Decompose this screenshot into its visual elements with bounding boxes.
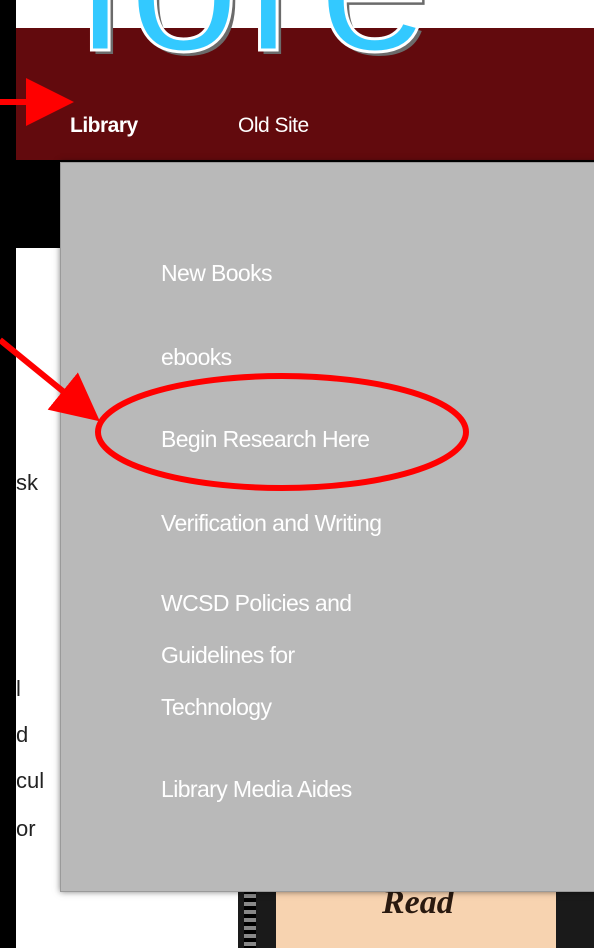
- menu-item-wcsd-policies-line2[interactable]: Guidelines for: [161, 629, 295, 681]
- menu-item-begin-research[interactable]: Begin Research Here: [161, 413, 370, 465]
- menu-item-wcsd-policies-line3[interactable]: Technology: [161, 681, 272, 733]
- background-text: d: [16, 722, 29, 747]
- nav-library-link[interactable]: Library: [70, 114, 138, 138]
- background-text: l: [16, 676, 21, 701]
- background-text: sk: [16, 470, 38, 495]
- menu-item-ebooks[interactable]: ebooks: [161, 331, 232, 383]
- page: Library Old Site sk l d cul or Read New …: [16, 0, 594, 948]
- nav-old-site-link[interactable]: Old Site: [238, 114, 309, 138]
- menu-item-wcsd-policies-line1[interactable]: WCSD Policies and: [161, 577, 352, 629]
- menu-item-media-aides[interactable]: Library Media Aides: [161, 763, 352, 815]
- menu-item-verification-writing[interactable]: Verification and Writing: [161, 497, 382, 549]
- background-text: cul: [16, 768, 45, 793]
- background-text: or: [16, 816, 36, 841]
- library-dropdown-menu: New Books ebooks Begin Research Here Ver…: [60, 162, 594, 892]
- site-logo: lore: [77, 0, 436, 83]
- menu-item-new-books[interactable]: New Books: [161, 247, 273, 299]
